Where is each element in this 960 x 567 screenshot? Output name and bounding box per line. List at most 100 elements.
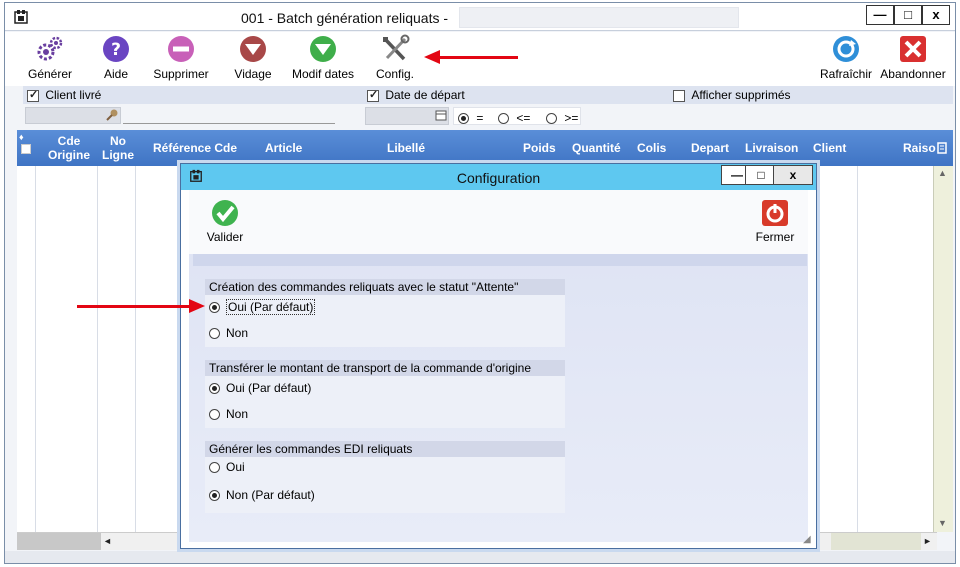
edi-oui-option[interactable]: Oui [209, 460, 245, 474]
date-depart-filter[interactable]: Date de départ [367, 88, 465, 102]
supprimer-button[interactable]: Supprimer [151, 34, 211, 81]
statut-attente-non-label: Non [226, 326, 249, 340]
scroll-down-icon[interactable]: ▼ [938, 518, 947, 528]
col-poids[interactable]: Poids [523, 141, 556, 155]
maximize-button[interactable]: □ [894, 5, 922, 25]
transport-oui-radio[interactable] [209, 383, 220, 395]
rafraichir-label: Rafraîchir [819, 67, 872, 81]
op-eq-label: = [476, 111, 484, 125]
statut-attente-non-option[interactable]: Non [209, 326, 248, 340]
statut-attente-oui-radio[interactable] [209, 302, 220, 314]
edi-oui-radio[interactable] [209, 462, 220, 474]
client-livre-filter[interactable]: Client livré [27, 88, 101, 102]
statut-attente-oui-option[interactable]: Oui (Par défaut) [209, 299, 316, 315]
grid-header: ♦ Cde Origine No Ligne Référence Cde Art… [17, 130, 953, 166]
col-article[interactable]: Article [265, 141, 302, 155]
edi-oui-label: Oui [226, 460, 245, 474]
minimize-button[interactable]: — [866, 5, 894, 25]
minus-circle-icon [168, 36, 194, 62]
transport-oui-label: Oui (Par défaut) [226, 381, 312, 395]
section-statut-attente-title: Création des commandes reliquats avec le… [205, 279, 565, 295]
vidage-button[interactable]: Vidage [231, 34, 275, 81]
svg-text:?: ? [111, 40, 121, 60]
abandonner-label: Abandonner [880, 67, 946, 81]
scroll-left-icon[interactable]: ◄ [103, 536, 112, 546]
config-button[interactable]: Config. [373, 34, 417, 81]
op-ge-radio[interactable] [546, 113, 557, 125]
op-le-label: <= [516, 111, 531, 125]
aide-button[interactable]: ? Aide [99, 34, 133, 81]
section-transport-title: Transférer le montant de transport de la… [205, 360, 565, 376]
scroll-right-icon[interactable]: ► [923, 536, 932, 546]
col-raison[interactable]: Raiso [903, 141, 936, 155]
fermer-label: Fermer [755, 230, 795, 244]
dialog-separator [193, 254, 807, 266]
col-client[interactable]: Client [813, 141, 846, 155]
title-bar: 001 - Batch génération reliquats - — □ x [5, 3, 955, 31]
col-depart[interactable]: Depart [691, 141, 729, 155]
arrow-down-green-icon [310, 36, 336, 62]
valider-button[interactable]: Valider [203, 198, 247, 244]
check-icon [212, 200, 238, 226]
title-field [459, 7, 739, 28]
afficher-supprimes-filter[interactable]: Afficher supprimés [673, 88, 791, 102]
cancel-x-icon [900, 36, 926, 62]
transport-oui-option[interactable]: Oui (Par défaut) [209, 381, 311, 395]
fermer-button[interactable]: Fermer [751, 198, 799, 244]
client-livre-checkbox[interactable] [27, 88, 39, 102]
dialog-close-button[interactable]: x [773, 165, 813, 185]
configuration-dialog: Configuration — □ x Valider Fermer Créat… [180, 163, 817, 549]
op-eq-radio[interactable] [458, 113, 469, 125]
transport-non-radio[interactable] [209, 409, 220, 421]
abandonner-button[interactable]: Abandonner [879, 34, 947, 81]
key-icon[interactable] [105, 108, 119, 122]
column-chooser-icon[interactable] [937, 142, 947, 154]
transport-non-option[interactable]: Non [209, 407, 248, 421]
scroll-up-icon[interactable]: ▲ [938, 168, 947, 178]
op-ge-option[interactable]: >= [546, 111, 578, 125]
vidage-label: Vidage [234, 67, 272, 81]
op-eq-option[interactable]: = [458, 111, 483, 125]
filter-bar [23, 86, 953, 104]
gears-icon [37, 36, 63, 61]
op-le-radio[interactable] [498, 113, 509, 125]
date-depart-checkbox[interactable] [367, 88, 379, 102]
hscroll-thumb[interactable] [17, 533, 101, 550]
statut-attente-non-radio[interactable] [209, 328, 220, 340]
toolbar: Générer ? Aide Supprimer Vidage Modif da… [5, 32, 955, 86]
modif-dates-button[interactable]: Modif dates [289, 34, 357, 81]
calendar-icon[interactable] [435, 109, 447, 121]
col-colis[interactable]: Colis [637, 141, 666, 155]
tools-icon [383, 34, 410, 61]
col-libelle[interactable]: Libellé [387, 141, 425, 155]
annotation-arrow-config [440, 56, 518, 59]
col-reference-cde[interactable]: Référence Cde [153, 141, 237, 155]
generer-label: Générer [27, 67, 73, 81]
supprimer-label: Supprimer [153, 67, 209, 81]
edi-non-radio[interactable] [209, 490, 220, 502]
window-title: 001 - Batch génération reliquats - [241, 10, 449, 26]
help-icon: ? [103, 36, 129, 62]
col-cde-origine[interactable]: Cde Origine [41, 134, 97, 162]
afficher-supprimes-label: Afficher supprimés [691, 88, 791, 102]
select-all-checkbox[interactable] [21, 144, 31, 154]
arrow-down-circle-icon [240, 36, 266, 62]
close-button[interactable]: x [922, 5, 950, 25]
vertical-scrollbar[interactable]: ▲ ▼ [933, 166, 953, 532]
resize-grip-icon[interactable]: ◢ [803, 534, 811, 545]
col-quantite[interactable]: Quantité [572, 141, 621, 155]
op-le-option[interactable]: <= [498, 111, 530, 125]
date-depart-label: Date de départ [385, 88, 465, 102]
dialog-title-bar: Configuration — □ x [181, 164, 816, 190]
annotation-arrow-option [77, 305, 189, 308]
afficher-supprimes-checkbox[interactable] [673, 89, 685, 102]
status-bar [5, 551, 955, 563]
hscroll-track [831, 533, 921, 550]
edi-non-option[interactable]: Non (Par défaut) [209, 488, 315, 502]
aide-label: Aide [103, 67, 129, 81]
sort-icon[interactable]: ♦ [19, 130, 24, 144]
rafraichir-button[interactable]: Rafraîchir [817, 34, 875, 81]
col-livraison[interactable]: Livraison [745, 141, 798, 155]
col-no-ligne[interactable]: No Ligne [99, 134, 137, 162]
generer-button[interactable]: Générer [25, 34, 75, 81]
